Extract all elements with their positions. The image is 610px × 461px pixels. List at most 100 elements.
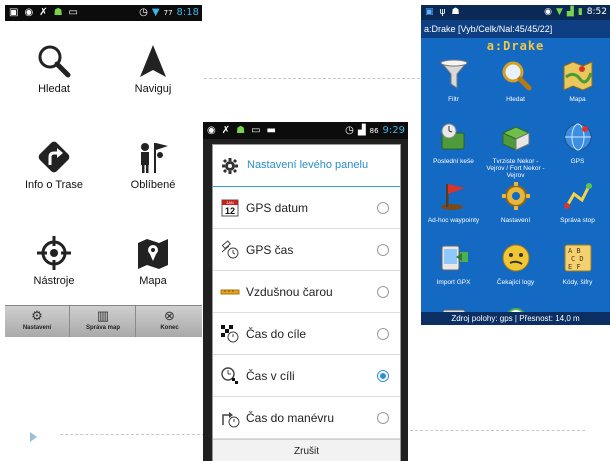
divider-line	[60, 434, 210, 435]
tile-gps[interactable]: GPS	[546, 118, 609, 182]
option-label: Čas do manévru	[246, 411, 335, 425]
menu-item-nastroje[interactable]: Nástroje	[5, 213, 103, 307]
tile-label: Správa stop	[560, 217, 595, 224]
android-icon: ☗	[53, 7, 63, 18]
option-radio[interactable]	[377, 286, 389, 298]
menu-item-oblibene[interactable]: Oblíbené	[104, 117, 202, 211]
map-management-button[interactable]: ▥ Správa map	[71, 306, 136, 337]
tile-label: Tvrziste Nekor - Vejrov / Fort Nekor - V…	[486, 158, 545, 179]
tile-label: Kódy, šifry	[562, 279, 593, 286]
button-label: Nastavení	[22, 325, 52, 331]
tile-nastaveni[interactable]: Nastavení	[484, 177, 547, 241]
tile-label: Hledat	[506, 96, 525, 103]
option-gps-cas[interactable]: GPS čas	[213, 229, 400, 271]
status-bar: ◉ ✗ ☗ ▭ ▬ ◷ ▟ 86 9:29	[203, 122, 408, 139]
button-label: Správa map	[85, 325, 121, 331]
tile-label: Nastavení	[500, 217, 531, 224]
tile-cekajici-logy[interactable]: Čekající logy	[484, 239, 547, 303]
tile-sprava-stop[interactable]: Správa stop	[546, 177, 609, 241]
finish-flag-clock-icon	[221, 325, 239, 343]
option-cas-do-cile[interactable]: Čas do cíle	[213, 313, 400, 355]
bottom-toolbar: ⚙ Nastavení ▥ Správa map ⊗ Konec	[5, 305, 202, 337]
divider-line	[410, 430, 585, 431]
menu-item-label: Hledat	[38, 83, 70, 95]
option-label: Čas do cíle	[246, 327, 307, 341]
option-cas-v-cili[interactable]: Čas v cíli	[213, 355, 400, 397]
cancel-button[interactable]: Zrušit	[213, 439, 400, 461]
calendar-icon: JAN12	[221, 199, 239, 217]
tile-kody-sifry[interactable]: A BC DE F Kódy, šifry	[546, 239, 609, 303]
track-icon	[563, 183, 592, 209]
menu-item-info-o-trase[interactable]: Info o Trase	[5, 117, 103, 211]
option-radio-selected[interactable]	[377, 370, 389, 382]
option-vzdusnou-carou[interactable]: Vzdušnou čarou	[213, 271, 400, 313]
tile-posledni-kese[interactable]: Poslední keše	[422, 118, 485, 182]
flag-icon	[440, 184, 465, 210]
tile-label: Poslední keše	[433, 158, 474, 165]
tile-label: Mapa	[569, 96, 586, 103]
tile-filtr[interactable]: Filtr	[422, 56, 485, 120]
exit-button[interactable]: ⊗ Konec	[137, 306, 202, 337]
option-label: GPS čas	[246, 243, 294, 257]
signal-icon: ▟	[566, 7, 574, 17]
tile-ad-hoc-waypointy[interactable]: Ad-hoc waypointy	[422, 177, 485, 241]
expand-arrow-icon[interactable]	[30, 432, 37, 442]
search-icon	[502, 61, 531, 91]
app-icon: ▣	[425, 7, 434, 17]
tile-hledat[interactable]: Hledat	[484, 56, 547, 120]
menu-item-label: Naviguj	[134, 83, 172, 95]
option-radio[interactable]	[377, 244, 389, 256]
app-title-bar: a:Drake [Vyb/Celk/Nal:45/45/22]	[421, 20, 610, 38]
globe-icon	[564, 123, 591, 151]
menu-item-label: Nástroje	[33, 275, 75, 287]
svg-text:E F: E F	[568, 263, 581, 271]
route-info-icon	[38, 141, 70, 173]
calendar-month: JAN	[226, 200, 234, 205]
menu-item-label: Oblíbené	[130, 179, 176, 191]
svg-text:A B: A B	[568, 247, 581, 255]
menu-item-naviguj[interactable]: Naviguj	[104, 21, 202, 115]
option-cas-do-manevru[interactable]: Čas do manévru	[213, 397, 400, 439]
settings-button[interactable]: ⚙ Nastavení	[5, 306, 70, 337]
gps-icon: ◉	[207, 125, 216, 136]
android-icon: ☗	[451, 7, 460, 17]
tile-cache-detail[interactable]: Tvrziste Nekor - Vejrov / Fort Nekor - V…	[484, 118, 547, 182]
battery-level: 86	[369, 127, 379, 135]
menu-item-mapa[interactable]: Mapa	[104, 213, 202, 307]
wifi-icon: ▼	[555, 7, 563, 17]
tile-label: Import GPX	[436, 279, 471, 286]
option-label: GPS datum	[246, 201, 309, 215]
search-icon	[38, 45, 71, 78]
gear-icon	[501, 182, 530, 210]
map-icon	[563, 61, 592, 91]
cipher-icon: A BC DE F	[564, 244, 591, 272]
gps-icon: ◉	[24, 7, 34, 18]
phone-panel-settings: ◉ ✗ ☗ ▭ ▬ ◷ ▟ 86 9:29 Nastavení levého panelu J…	[203, 122, 408, 461]
alarm-icon: ◷	[139, 7, 148, 18]
signal-off-icon: ✗	[221, 125, 231, 136]
satellite-clock-icon	[221, 240, 239, 259]
usb-icon: ψ	[439, 7, 446, 17]
option-radio[interactable]	[377, 412, 389, 424]
dialog-header: Nastavení levého panelu	[213, 145, 400, 187]
menu-item-hledat[interactable]: Hledat	[5, 21, 103, 115]
tile-label: GPS	[570, 158, 585, 165]
tile-import-gpx[interactable]: Import GPX	[422, 239, 485, 303]
option-radio[interactable]	[377, 328, 389, 340]
option-gps-datum[interactable]: JAN 12 GPS datum	[213, 187, 400, 229]
exit-icon: ⊗	[164, 308, 175, 323]
phone-adrake-menu: ▣ ψ ☗ ◉ ▼ ▟ ▮ 8:52 a:Drake [Vyb/Celk/Nal:45/45…	[421, 5, 610, 325]
ruler-icon	[220, 289, 240, 295]
keyboard-icon: ▬	[266, 125, 276, 136]
option-radio[interactable]	[377, 202, 389, 214]
option-label: Vzdušnou čarou	[246, 285, 333, 299]
status-footer: Zdroj polohy: gps | Přesnost: 14,0 m	[421, 312, 610, 325]
status-time: 8:18	[176, 7, 199, 18]
menu-item-label: Info o Trase	[24, 179, 84, 191]
status-bar: ▣ ψ ☗ ◉ ▼ ▟ ▮ 8:52	[421, 5, 610, 20]
tools-icon	[37, 236, 71, 270]
screenshot-collage: ▣ ◉ ✗ ☗ ▭ ◷ ▼ 77 8:18 Hledat Naviguj Info o Tra…	[0, 0, 610, 461]
status-time: 8:52	[586, 7, 607, 17]
smiley-icon	[502, 244, 529, 272]
tile-mapa[interactable]: Mapa	[546, 56, 609, 120]
